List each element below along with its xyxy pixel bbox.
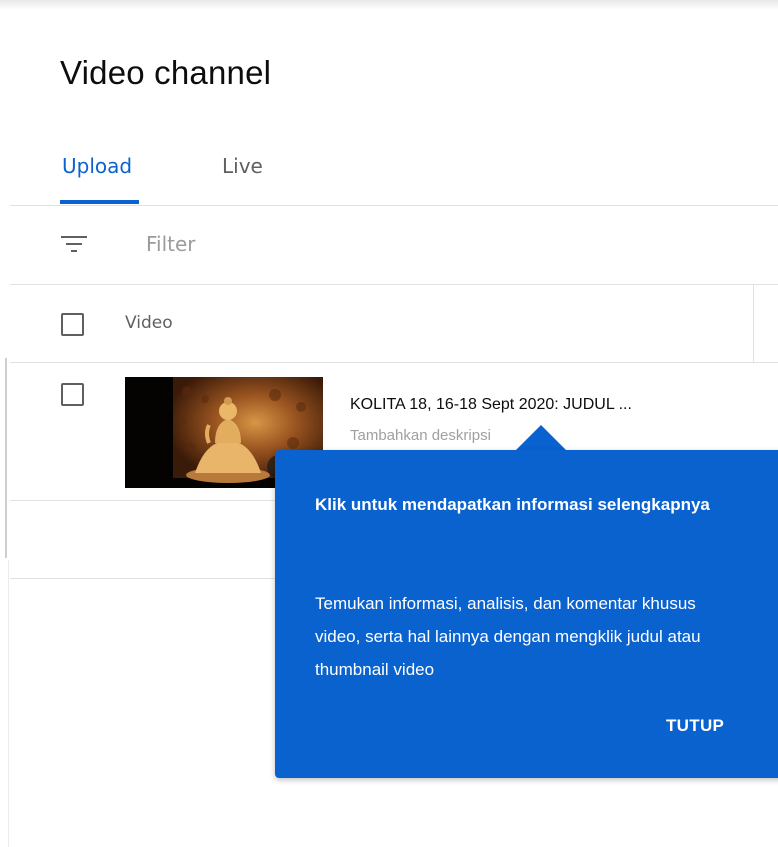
info-tooltip: Klik untuk mendapatkan informasi selengk… — [275, 450, 778, 778]
tab-live[interactable]: Live — [222, 154, 263, 178]
left-edge-divider — [5, 358, 7, 558]
filter-divider — [10, 284, 778, 285]
tabs-divider — [10, 205, 778, 206]
tooltip-body: Temukan informasi, analisis, dan komenta… — [315, 594, 701, 679]
header-divider — [10, 362, 778, 363]
active-tab-indicator — [60, 200, 139, 204]
video-description[interactable]: Tambahkan deskripsi — [350, 427, 491, 444]
tab-upload[interactable]: Upload — [62, 154, 132, 178]
column-divider — [753, 284, 754, 362]
row-divider — [10, 500, 278, 501]
filter-icon[interactable] — [61, 234, 87, 254]
video-title[interactable]: KOLITA 18, 16-18 Sept 2020: JUDUL ... — [350, 396, 632, 414]
tooltip-arrow — [515, 425, 567, 451]
tooltip-heading: Klik untuk mendapatkan informasi selengk… — [315, 495, 710, 514]
column-header-video: Video — [125, 313, 173, 333]
filter-input[interactable]: Filter — [146, 232, 196, 256]
top-shadow — [0, 0, 778, 10]
page-title: Video channel — [60, 54, 272, 91]
row-checkbox[interactable] — [61, 383, 84, 406]
table-bottom-divider — [10, 578, 278, 579]
left-edge-divider-lower — [8, 560, 9, 847]
tooltip-close-button[interactable]: TUTUP — [666, 716, 724, 736]
select-all-checkbox[interactable] — [61, 313, 84, 336]
page: Video channel Upload Live Filter Video K… — [0, 0, 778, 847]
